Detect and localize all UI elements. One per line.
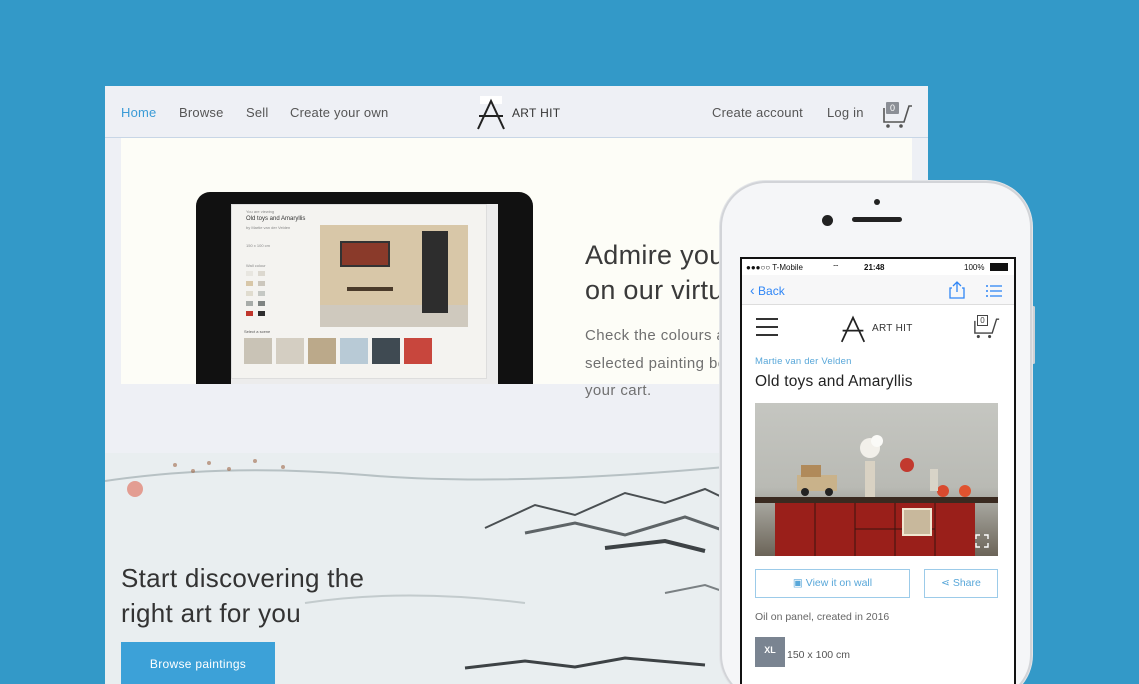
- colour-swatch[interactable]: [258, 281, 265, 286]
- scene-thumbnail[interactable]: [308, 338, 336, 364]
- discover-heading-line: right art for you: [121, 598, 301, 628]
- view-on-wall-label: View it on wall: [805, 577, 873, 589]
- nav-browse-link[interactable]: Browse: [179, 105, 224, 120]
- hero-text-line: selected painting bef: [585, 354, 731, 372]
- painting-dimensions: 150 x 100 cm: [787, 649, 851, 661]
- hero-text-line: Check the colours ar: [585, 327, 731, 344]
- hamburger-menu-icon[interactable]: [756, 318, 778, 336]
- proximity-sensor: [874, 199, 880, 205]
- virtual-wall-preview: You are viewing Old toys and Amaryllis b…: [231, 204, 487, 379]
- logo-a-icon: [477, 96, 505, 130]
- view-on-wall-button[interactable]: ▣ View it on wall: [755, 569, 910, 598]
- top-navigation: Home Browse Sell Create your own ART HIT…: [105, 86, 928, 138]
- nav-create-own-link[interactable]: Create your own: [290, 105, 388, 120]
- mobile-art-hit-logo[interactable]: ART HIT: [840, 313, 913, 343]
- tablet-screen: You are viewing Old toys and Amaryllis b…: [231, 204, 498, 384]
- phone-screen: ●●●○○ T-Mobile ⌔ 21:48 100% ‹ Back ART H…: [740, 257, 1016, 684]
- mobile-cart-button[interactable]: 0: [974, 315, 1000, 339]
- colour-swatch[interactable]: [258, 271, 265, 276]
- iphone-device: ●●●○○ T-Mobile ⌔ 21:48 100% ‹ Back ART H…: [720, 181, 1032, 684]
- browser-toolbar: ‹ Back: [742, 275, 1014, 305]
- select-scene-label: Select a scene: [244, 329, 271, 334]
- browse-paintings-button[interactable]: Browse paintings: [121, 642, 275, 684]
- mobile-site-header: ART HIT 0: [742, 305, 1014, 355]
- painting-image[interactable]: [755, 403, 998, 556]
- hero-heading-line: Admire your: [585, 240, 734, 270]
- discover-heading: Start discovering the right art for you: [121, 561, 364, 631]
- front-camera: [822, 215, 833, 226]
- nav-sell-link[interactable]: Sell: [246, 105, 268, 120]
- share-button[interactable]: ⋖ Share: [924, 569, 998, 598]
- wall-colour-label: Wall colour: [246, 263, 266, 268]
- share-icon[interactable]: [949, 281, 965, 299]
- list-icon[interactable]: [986, 285, 1002, 297]
- logo-text: ART HIT: [872, 322, 913, 334]
- size-category-badge: XL: [755, 637, 785, 667]
- colour-swatch[interactable]: [258, 311, 265, 316]
- scene-thumbnail[interactable]: [372, 338, 400, 364]
- art-hit-logo[interactable]: ART HIT: [476, 96, 560, 130]
- colour-swatch[interactable]: [258, 291, 265, 296]
- painting-medium-info: Oil on panel, created in 2016: [755, 611, 890, 623]
- cart-button[interactable]: 0: [883, 102, 913, 128]
- scene-thumbnail[interactable]: [340, 338, 368, 364]
- hero-heading: Admire your on our virtu: [585, 238, 734, 308]
- painting-on-wall[interactable]: [340, 241, 390, 267]
- scene-thumbnail[interactable]: [244, 338, 272, 364]
- hero-text-line: your cart.: [585, 382, 652, 399]
- tablet-size: 150 x 100 cm: [246, 243, 271, 248]
- tablet-artist: by Martie van der Velden: [246, 225, 291, 230]
- discover-heading-line: Start discovering the: [121, 563, 365, 593]
- battery-percent: 100%: [964, 263, 985, 272]
- scene-thumbnail[interactable]: [404, 338, 432, 364]
- dining-table: [347, 287, 393, 291]
- hero-description: Check the colours ar selected painting b…: [585, 322, 731, 405]
- share-nodes-icon: ⋖: [941, 577, 950, 589]
- battery-icon: [990, 263, 1008, 271]
- logo-text: ART HIT: [512, 106, 561, 120]
- back-label: Back: [758, 284, 785, 298]
- painting-artwork: [755, 435, 998, 556]
- chevron-left-icon: ‹: [750, 282, 755, 298]
- nav-login-link[interactable]: Log in: [827, 105, 864, 120]
- back-button[interactable]: ‹ Back: [750, 282, 785, 298]
- wifi-icon: ⌔: [832, 263, 840, 272]
- earpiece-speaker: [852, 217, 902, 222]
- colour-swatch[interactable]: [246, 271, 253, 276]
- nav-home-link[interactable]: Home: [121, 105, 156, 120]
- viewing-label: You are viewing: [246, 209, 275, 214]
- logo-a-icon: [840, 315, 866, 343]
- artist-name-link[interactable]: Martie van der Velden: [755, 356, 852, 367]
- hero-heading-line: on our virtu: [585, 275, 724, 305]
- colour-swatch[interactable]: [246, 311, 253, 316]
- phone-power-button: [1032, 306, 1035, 364]
- colour-swatch[interactable]: [246, 301, 253, 306]
- bookcase: [422, 231, 448, 313]
- tablet-device: You are viewing Old toys and Amaryllis b…: [196, 192, 533, 384]
- scene-thumbnail[interactable]: [276, 338, 304, 364]
- colour-swatch[interactable]: [258, 301, 265, 306]
- frame-icon: ▣: [792, 577, 803, 589]
- tablet-painting-title: Old toys and Amaryllis: [246, 216, 306, 222]
- expand-icon[interactable]: [975, 534, 989, 548]
- cart-count-badge: 0: [886, 102, 899, 114]
- painting-title: Old toys and Amaryllis: [755, 373, 913, 390]
- nav-create-account-link[interactable]: Create account: [712, 105, 803, 120]
- carrier-signal: ●●●○○ T-Mobile: [746, 263, 803, 272]
- share-label: Share: [952, 577, 981, 589]
- colour-swatch[interactable]: [246, 281, 253, 286]
- status-bar: ●●●○○ T-Mobile ⌔ 21:48 100%: [742, 259, 1014, 275]
- colour-swatch[interactable]: [246, 291, 253, 296]
- status-time: 21:48: [864, 263, 885, 272]
- cart-count-badge: 0: [977, 315, 988, 326]
